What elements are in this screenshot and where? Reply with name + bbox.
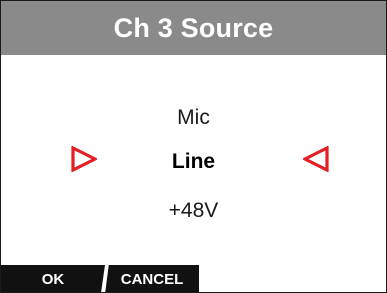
ok-button[interactable]: OK (1, 265, 105, 292)
option-phantom-48v[interactable]: +48V (1, 199, 386, 223)
right-selection-arrow-icon[interactable] (303, 146, 329, 172)
option-mic[interactable]: Mic (1, 106, 386, 130)
page-title: Ch 3 Source (113, 12, 274, 43)
ok-button-label: OK (41, 271, 65, 288)
cancel-button[interactable]: CANCEL (105, 265, 199, 292)
left-selection-arrow-icon[interactable] (71, 146, 97, 172)
title-bar: Ch 3 Source (1, 1, 386, 55)
cancel-button-label: CANCEL (120, 271, 184, 288)
channel-source-screen: Ch 3 Source Mic Line +48V OK CANCEL (0, 0, 387, 293)
